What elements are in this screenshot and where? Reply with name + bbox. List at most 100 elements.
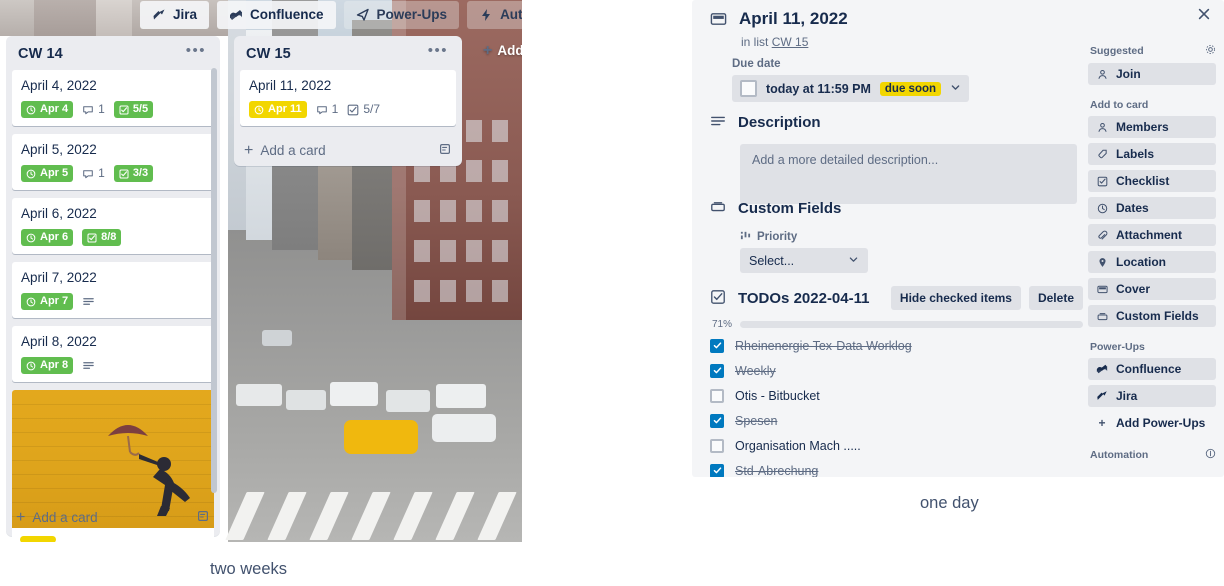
card-april-6[interactable]: April 6, 2022 Apr 6 8/8 [12, 198, 214, 254]
in-list-prefix: in list [741, 35, 769, 49]
due-badge-label: Apr 8 [40, 359, 69, 371]
list-menu-icon[interactable]: ••• [422, 43, 454, 61]
due-badge-label: Apr 11 [268, 103, 302, 115]
card-badges: Apr 5 1 3/3 [21, 165, 206, 182]
description-badge [82, 357, 95, 374]
tab-confluence-label: Confluence [250, 7, 324, 22]
card-april-4[interactable]: April 4, 2022 Apr 4 1 5/5 [12, 70, 214, 126]
due-badge[interactable]: Apr 6 [21, 229, 74, 246]
board-powerup-tabbar: Jira Confluence Power-Ups Automation [140, 0, 522, 29]
description-badge [82, 293, 95, 310]
sidebar-item-cover[interactable]: Cover [1088, 278, 1216, 300]
checkbox-checked[interactable] [710, 463, 724, 477]
board-panel: Jira Confluence Power-Ups Automation [0, 0, 522, 542]
gear-icon[interactable] [1205, 44, 1216, 58]
card-april-5[interactable]: April 5, 2022 Apr 5 1 3/3 [12, 134, 214, 190]
checkbox-checked[interactable] [710, 338, 724, 353]
comment-count: 1 [331, 102, 339, 116]
board-add-list-button[interactable]: + Add [483, 41, 522, 59]
custom-fields-icon [1096, 310, 1108, 322]
list-title: CW 15 [246, 46, 291, 62]
clock-icon [26, 361, 36, 370]
due-complete-checkbox[interactable] [740, 80, 757, 97]
sidebar-item-join[interactable]: Join [1088, 63, 1216, 85]
checkbox-checked[interactable] [710, 413, 724, 428]
chevron-down-icon [848, 254, 859, 268]
clock-icon [26, 297, 36, 306]
due-badge[interactable]: Apr 8 [21, 357, 74, 374]
sidebar-item-label: Attachment [1116, 228, 1183, 242]
sidebar-item-label: Add Power-Ups [1116, 416, 1206, 430]
sidebar-item-dates[interactable]: Dates [1088, 197, 1216, 219]
add-card-label: Add a card [32, 510, 98, 525]
sidebar-item-custom-fields[interactable]: Custom Fields [1088, 305, 1216, 327]
list-cw-14: CW 14 ••• April 4, 2022 Apr 4 1 5/5 Apri… [6, 36, 220, 542]
checklist-item[interactable]: Weekly [710, 358, 1083, 383]
card-title: April 7, 2022 [21, 270, 97, 285]
description-input[interactable]: Add a more detailed description... [740, 144, 1077, 204]
in-list-link[interactable]: CW 15 [772, 35, 809, 49]
checkbox-unchecked[interactable] [710, 438, 724, 453]
tab-confluence[interactable]: Confluence [217, 0, 336, 29]
tab-jira[interactable]: Jira [140, 0, 210, 29]
priority-field-label: Priority [740, 230, 868, 244]
label-icon [1096, 148, 1108, 160]
card-april-7[interactable]: April 7, 2022 Apr 7 [12, 262, 214, 318]
chevron-down-icon[interactable] [950, 82, 961, 96]
sidebar-item-attachment[interactable]: Attachment [1088, 224, 1216, 246]
due-date-label: Due date [732, 58, 781, 70]
clock-icon [26, 169, 36, 178]
sidebar-item-members[interactable]: Members [1088, 116, 1216, 138]
due-badge[interactable]: Apr 5 [21, 165, 74, 182]
checklist-item[interactable]: Std-Abrechung [710, 458, 1083, 477]
sidebar-item-location[interactable]: Location [1088, 251, 1216, 273]
add-card-cw15[interactable]: + Add a card [234, 134, 462, 169]
delete-checklist-button[interactable]: Delete [1028, 286, 1083, 310]
sidebar-item-jira[interactable]: Jira [1088, 385, 1216, 407]
plus-icon: + [483, 41, 493, 59]
due-badge-label: Apr 4 [40, 103, 69, 115]
sidebar-item-label: Labels [1116, 147, 1155, 161]
list-cards: April 11, 2022 Apr 11 1 5/7 [234, 70, 462, 126]
tab-automation[interactable]: Automation [467, 0, 522, 29]
list-menu-icon[interactable]: ••• [180, 43, 212, 61]
checklist-item[interactable]: Otis - Bitbucket [710, 383, 1083, 408]
cover-icon [1096, 283, 1108, 295]
hide-checked-items-button[interactable]: Hide checked items [890, 286, 1021, 310]
checklist-item[interactable]: Spesen [710, 408, 1083, 433]
list-scrollbar[interactable] [211, 68, 217, 493]
person-icon [1096, 121, 1108, 133]
due-badge[interactable]: Apr 7 [21, 293, 74, 310]
card-detail-title: April 11, 2022 [739, 9, 848, 28]
due-badge-label: Apr 6 [40, 231, 69, 243]
card-template-icon[interactable] [438, 142, 452, 159]
checklist-item[interactable]: Organisation Mach ..... [710, 433, 1083, 458]
add-card-cw14[interactable]: + Add a card [6, 501, 220, 536]
checklist-badge: 5/5 [113, 101, 154, 118]
checklist-item[interactable]: Rheinenergie Tex-Data Worklog [710, 333, 1083, 358]
sidebar-item-label: Join [1116, 67, 1141, 81]
due-date-button[interactable]: today at 11:59 PM due soon [732, 75, 970, 102]
plus-icon: + [244, 141, 254, 159]
card-template-icon[interactable] [196, 509, 210, 526]
card-april-11[interactable]: April 11, 2022 Apr 11 1 5/7 [240, 70, 456, 126]
close-icon[interactable] [1196, 6, 1214, 24]
add-to-card-heading-text: Add to card [1090, 99, 1149, 111]
checkbox-checked[interactable] [710, 363, 724, 378]
checklist-badge: 3/3 [113, 165, 154, 182]
sidebar-item-confluence[interactable]: Confluence [1088, 358, 1216, 380]
sidebar-item-labels[interactable]: Labels [1088, 143, 1216, 165]
checkbox-unchecked[interactable] [710, 388, 724, 403]
checklist-item-text: Rheinenergie Tex-Data Worklog [735, 338, 912, 353]
priority-select[interactable]: Select... [740, 248, 868, 273]
info-icon[interactable] [1205, 448, 1216, 462]
card-detail-panel: April 11, 2022 in list CW 15 Due date to… [692, 0, 1224, 477]
sidebar-item-checklist[interactable]: Checklist [1088, 170, 1216, 192]
card-badges: Apr 4 1 5/5 [21, 101, 206, 118]
sidebar-item-add-powerups[interactable]: + Add Power-Ups [1088, 412, 1216, 434]
due-badge[interactable]: Apr 4 [21, 101, 74, 118]
card-april-8[interactable]: April 8, 2022 Apr 8 [12, 326, 214, 382]
checklist-progress: 71% [710, 319, 1083, 330]
due-badge[interactable]: Apr 11 [249, 101, 307, 118]
tab-power-ups[interactable]: Power-Ups [343, 0, 460, 29]
